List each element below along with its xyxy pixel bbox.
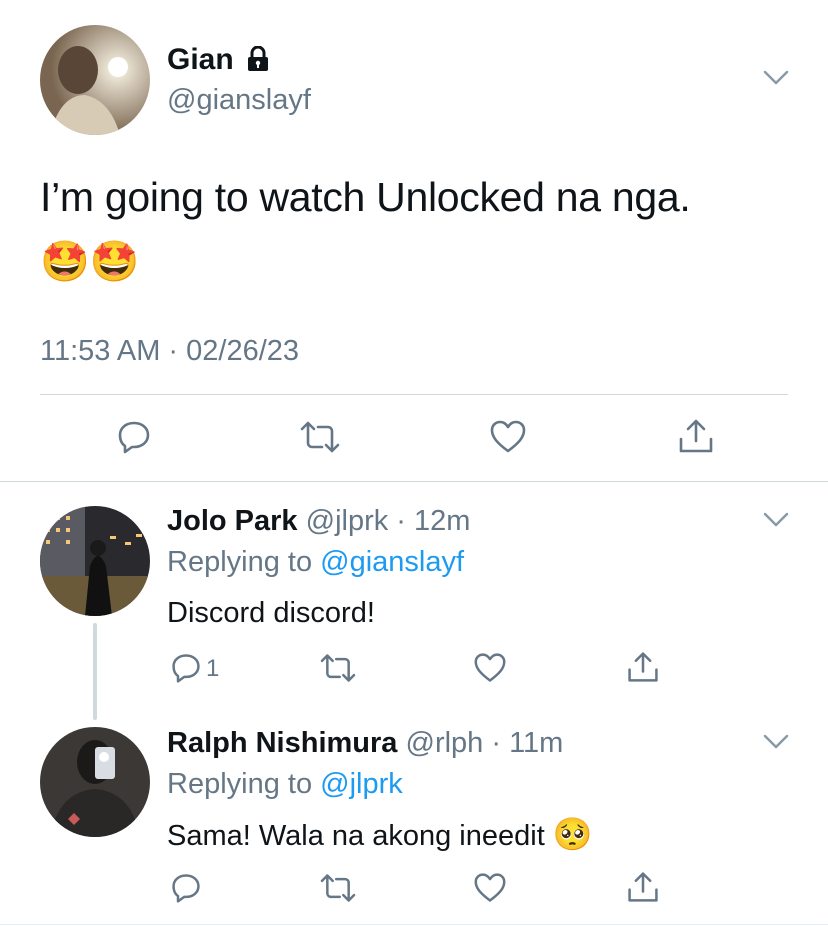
tweet-emoji: 🤩🤩	[40, 240, 140, 284]
tweet-text: I’m going to watch Unlocked na nga.	[40, 174, 691, 220]
like-icon[interactable]	[489, 419, 527, 455]
share-icon[interactable]	[626, 650, 660, 684]
reply-emoji: 🥺	[552, 816, 593, 852]
reply-icon[interactable]	[116, 419, 152, 455]
thread-line	[93, 623, 97, 720]
avatar[interactable]	[40, 25, 150, 135]
retweet-icon[interactable]	[300, 419, 340, 455]
reply-text: Sama! Wala na akong ineedit	[167, 820, 545, 852]
replying-to-label: Replying to	[167, 546, 313, 578]
display-name[interactable]: Gian	[167, 43, 234, 76]
avatar[interactable]	[40, 506, 150, 616]
retweet-icon[interactable]	[320, 652, 356, 684]
timestamp[interactable]: 11:53 AM · 02/26/23	[40, 333, 299, 369]
handle-and-time[interactable]: @rlph · 11m	[406, 727, 564, 759]
chevron-down-icon[interactable]	[763, 512, 789, 528]
divider	[40, 394, 788, 395]
chevron-down-icon[interactable]	[763, 70, 789, 86]
like-icon[interactable]	[473, 652, 507, 684]
share-icon[interactable]	[677, 417, 715, 455]
share-icon[interactable]	[626, 870, 660, 904]
replying-to-link[interactable]: @jlprk	[320, 768, 403, 800]
handle[interactable]: @gianslayf	[167, 82, 311, 118]
avatar[interactable]	[40, 727, 150, 837]
retweet-icon[interactable]	[320, 872, 356, 904]
like-icon[interactable]	[473, 872, 507, 904]
replying-to-label: Replying to	[167, 768, 313, 800]
replying-to-link[interactable]: @gianslayf	[320, 546, 464, 578]
lock-icon	[248, 45, 269, 71]
section-divider	[0, 481, 828, 482]
reply-text: Discord discord!	[167, 597, 375, 629]
chevron-down-icon[interactable]	[763, 734, 789, 750]
display-name[interactable]: Jolo Park	[167, 505, 298, 537]
reply-count: 1	[206, 655, 220, 682]
bottom-divider	[0, 924, 828, 925]
reply-icon[interactable]	[170, 652, 202, 684]
display-name[interactable]: Ralph Nishimura	[167, 727, 397, 759]
handle-and-time[interactable]: @jlprk · 12m	[306, 505, 471, 537]
reply-icon[interactable]	[170, 872, 202, 904]
